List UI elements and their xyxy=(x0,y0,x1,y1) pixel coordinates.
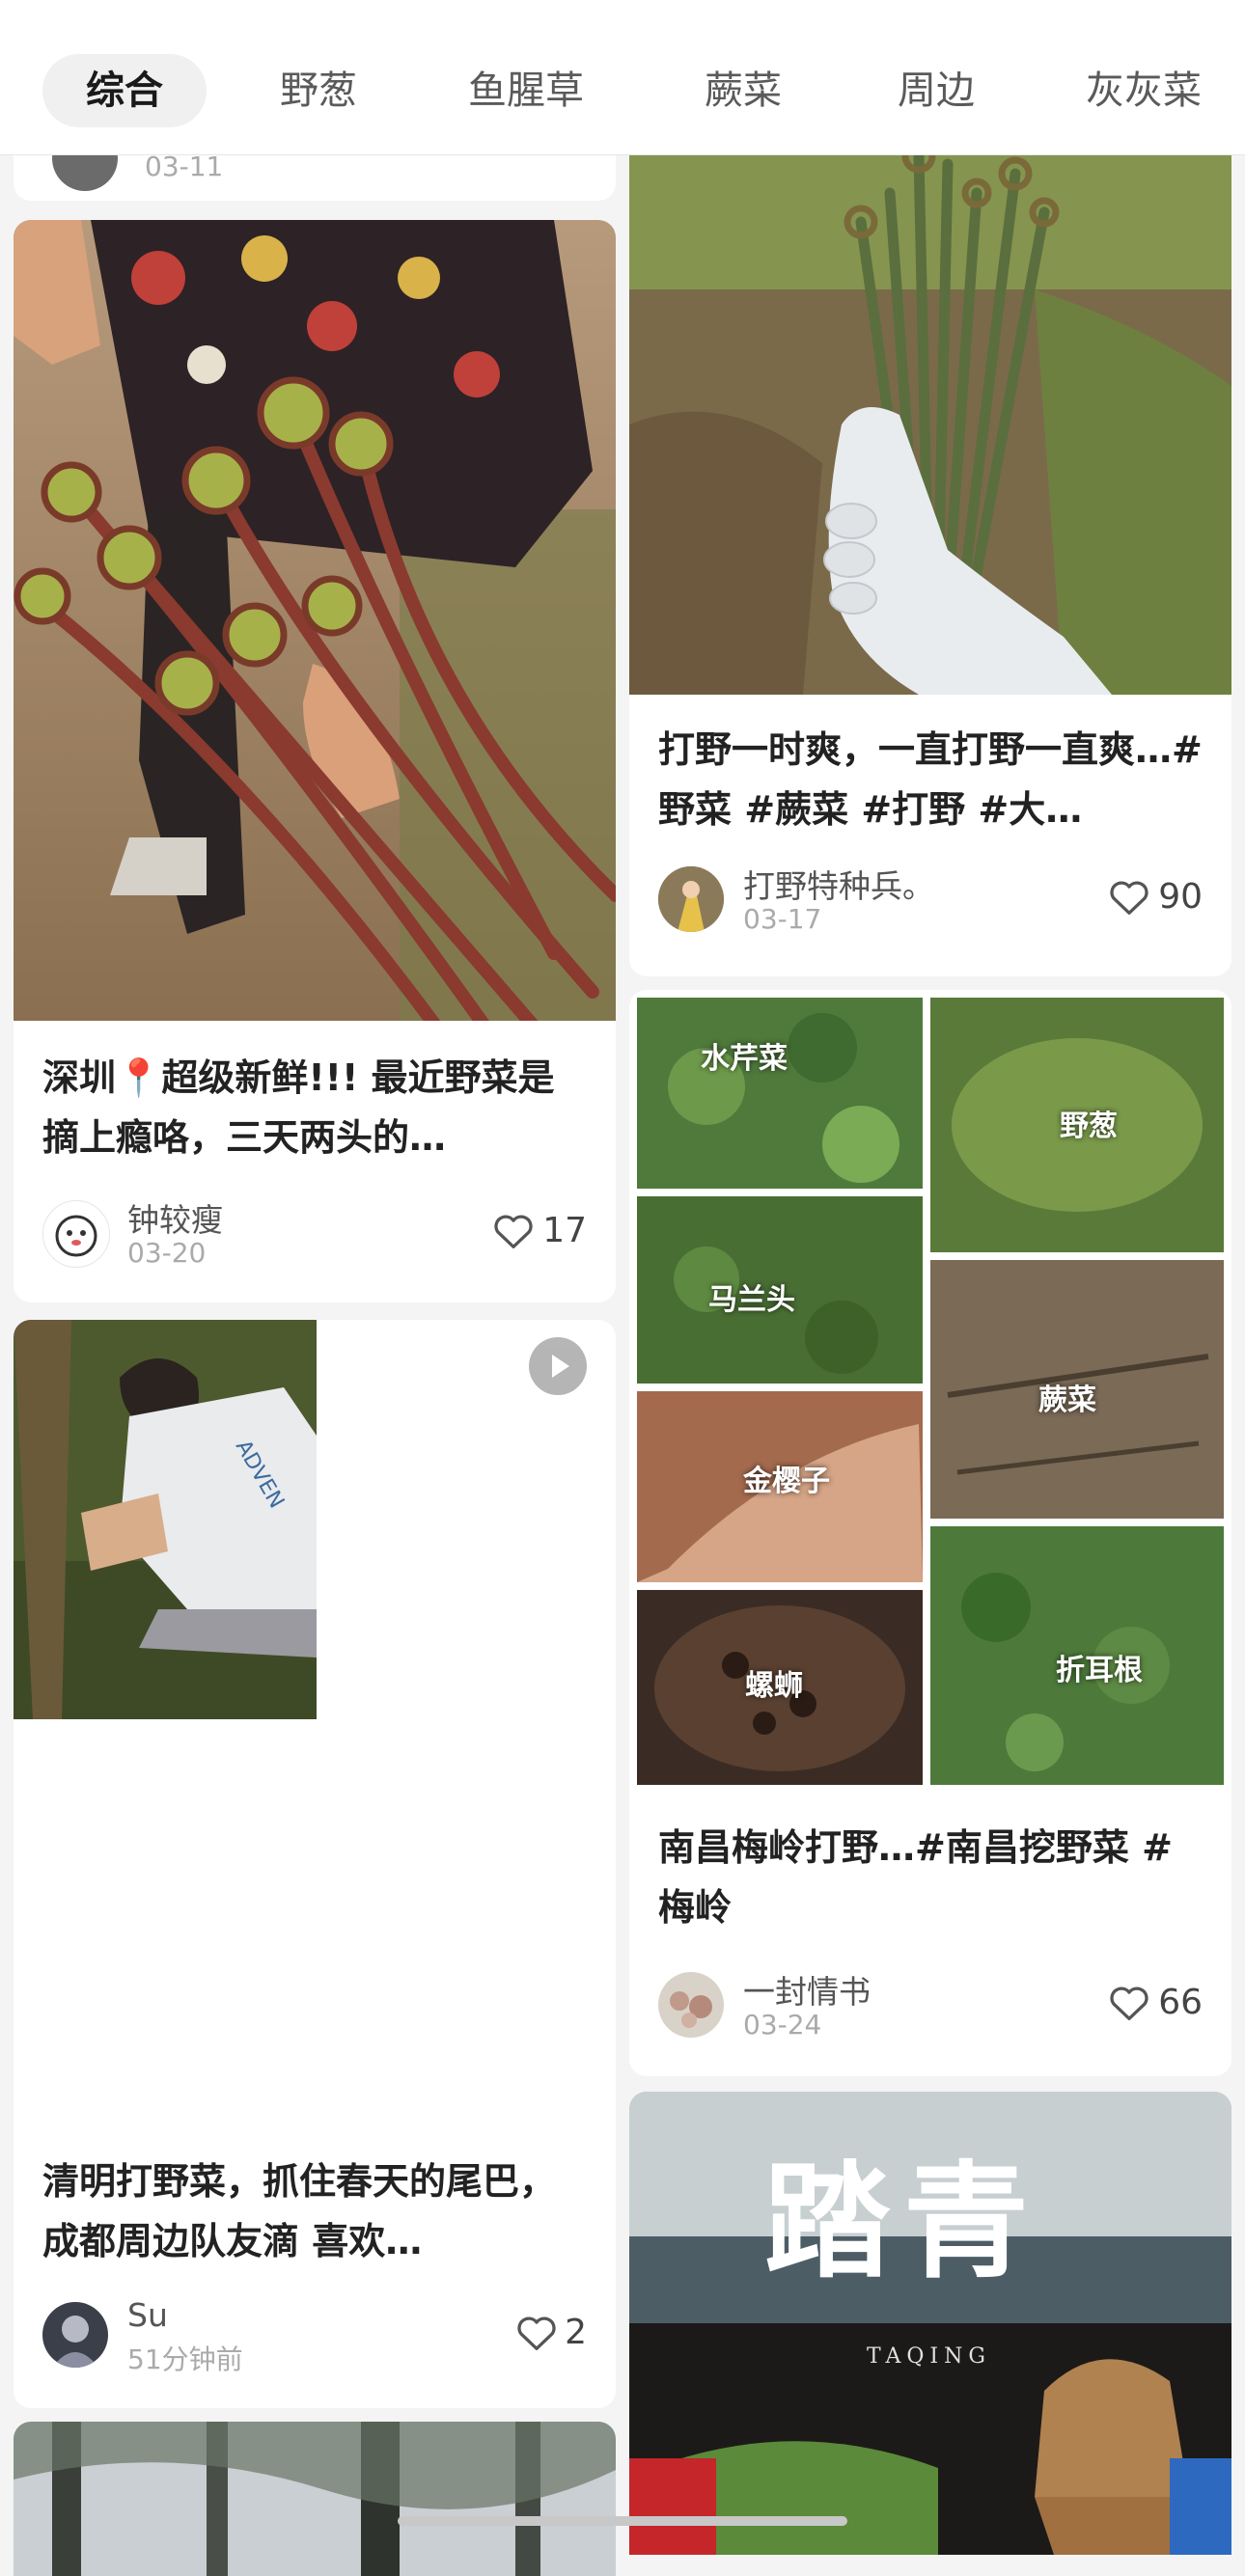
avatar[interactable] xyxy=(42,2302,108,2368)
collage-label: 蕨菜 xyxy=(1038,1384,1096,1417)
post-date: 03-20 xyxy=(127,1237,207,1269)
tab-蕨菜[interactable]: 蕨菜 xyxy=(685,54,801,127)
post-title[interactable]: 清明打野菜，抓住春天的尾巴，成都周边队友滴 喜欢… xyxy=(42,2151,587,2271)
like-count: 66 xyxy=(1158,1983,1203,2022)
post-title[interactable]: 深圳📍超级新鲜!!! 最近野菜是摘上瘾咯，三天两头的… xyxy=(42,1048,587,1167)
cover-subtitle-text: TAQING xyxy=(867,2344,991,2369)
post-photo[interactable] xyxy=(14,2422,616,2576)
home-indicator[interactable] xyxy=(398,2516,847,2526)
collage-label: 螺蛳 xyxy=(745,1669,803,1703)
author-name[interactable]: Su xyxy=(127,2296,168,2334)
author-name[interactable]: 一封情书 xyxy=(743,1966,871,2013)
post-card-fern-shenzhen[interactable]: 深圳📍超级新鲜!!! 最近野菜是摘上瘾咯，三天两头的… 钟较瘦 03-20 17 xyxy=(14,220,616,1302)
avatar[interactable] xyxy=(658,1972,724,2038)
post-photo-collage[interactable]: 水芹菜 野葱 马兰头 蕨菜 金樱子 螺蛳 折耳根 xyxy=(629,990,1231,1793)
collage-label: 折耳根 xyxy=(1056,1654,1143,1687)
collage-label: 马兰头 xyxy=(708,1283,795,1317)
like-button[interactable]: 90 xyxy=(1096,874,1203,922)
avatar[interactable] xyxy=(658,866,724,932)
like-count: 90 xyxy=(1158,877,1203,917)
post-card-taqing[interactable]: 踏青 TAQING xyxy=(629,2092,1231,2555)
collage-label: 水芹菜 xyxy=(701,1042,788,1076)
category-tabs: 综合 野葱 鱼腥草 蕨菜 周边 灰灰菜 xyxy=(0,0,1245,155)
heart-icon xyxy=(517,2316,556,2350)
post-card-fern-bundle[interactable]: 打野一时爽，一直打野一直爽…#野菜 #蕨菜 #打野 #大… 打野特种兵。 03-… xyxy=(629,135,1231,976)
post-author-row: 打野特种兵。 03-17 90 xyxy=(658,861,1203,935)
avatar[interactable] xyxy=(42,1200,110,1268)
like-button[interactable]: 66 xyxy=(1096,1980,1203,2028)
author-name[interactable]: 钟较瘦 xyxy=(127,1194,223,1241)
post-date: 03-24 xyxy=(743,2009,822,2041)
play-icon[interactable] xyxy=(529,1337,587,1395)
post-title[interactable]: 打野一时爽，一直打野一直爽…#野菜 #蕨菜 #打野 #大… xyxy=(658,720,1203,839)
post-photo[interactable] xyxy=(14,220,616,1021)
like-count: 17 xyxy=(542,1211,587,1250)
post-photo[interactable] xyxy=(629,135,1231,695)
post-card-video-chengdu[interactable]: ADVEN 清明打野菜，抓住春天的尾巴，成都周边队友滴 喜欢… Su 51分钟前… xyxy=(14,1320,616,2408)
partial-card-top[interactable]: 03-11 xyxy=(14,125,616,201)
tab-野葱[interactable]: 野葱 xyxy=(261,54,376,127)
like-count: 2 xyxy=(565,2313,587,2352)
post-date: 03-17 xyxy=(743,903,822,935)
post-card-nanchang-collage[interactable]: 水芹菜 野葱 马兰头 蕨菜 金樱子 螺蛳 折耳根 南昌梅岭打野…#南昌挖野菜 #… xyxy=(629,990,1231,2076)
collage-label: 金樱子 xyxy=(743,1465,830,1498)
post-author-row: Su 51分钟前 2 xyxy=(42,2296,587,2375)
tab-鱼腥草[interactable]: 鱼腥草 xyxy=(454,54,598,127)
post-video-thumbnail[interactable]: ADVEN xyxy=(14,1320,317,1719)
post-date: 51分钟前 xyxy=(127,2343,243,2375)
cover-title-text: 踏青 xyxy=(764,2148,1043,2295)
tab-综合[interactable]: 综合 xyxy=(42,54,207,127)
heart-icon xyxy=(1110,1987,1148,2020)
heart-icon xyxy=(1110,881,1148,915)
heart-icon xyxy=(494,1215,533,1248)
like-button[interactable]: 2 xyxy=(500,2310,587,2358)
post-title[interactable]: 南昌梅岭打野…#南昌挖野菜 #梅岭 xyxy=(658,1818,1203,1937)
tab-灰灰菜[interactable]: 灰灰菜 xyxy=(1071,54,1216,127)
like-button[interactable]: 17 xyxy=(481,1208,587,1256)
author-name[interactable]: 打野特种兵。 xyxy=(743,861,934,907)
tab-周边[interactable]: 周边 xyxy=(878,54,994,127)
post-author-row: 一封情书 03-24 66 xyxy=(658,1966,1203,2041)
post-card-forest[interactable] xyxy=(14,2422,616,2576)
post-author-row: 钟较瘦 03-20 17 xyxy=(42,1194,587,1269)
collage-label: 野葱 xyxy=(1060,1110,1118,1143)
